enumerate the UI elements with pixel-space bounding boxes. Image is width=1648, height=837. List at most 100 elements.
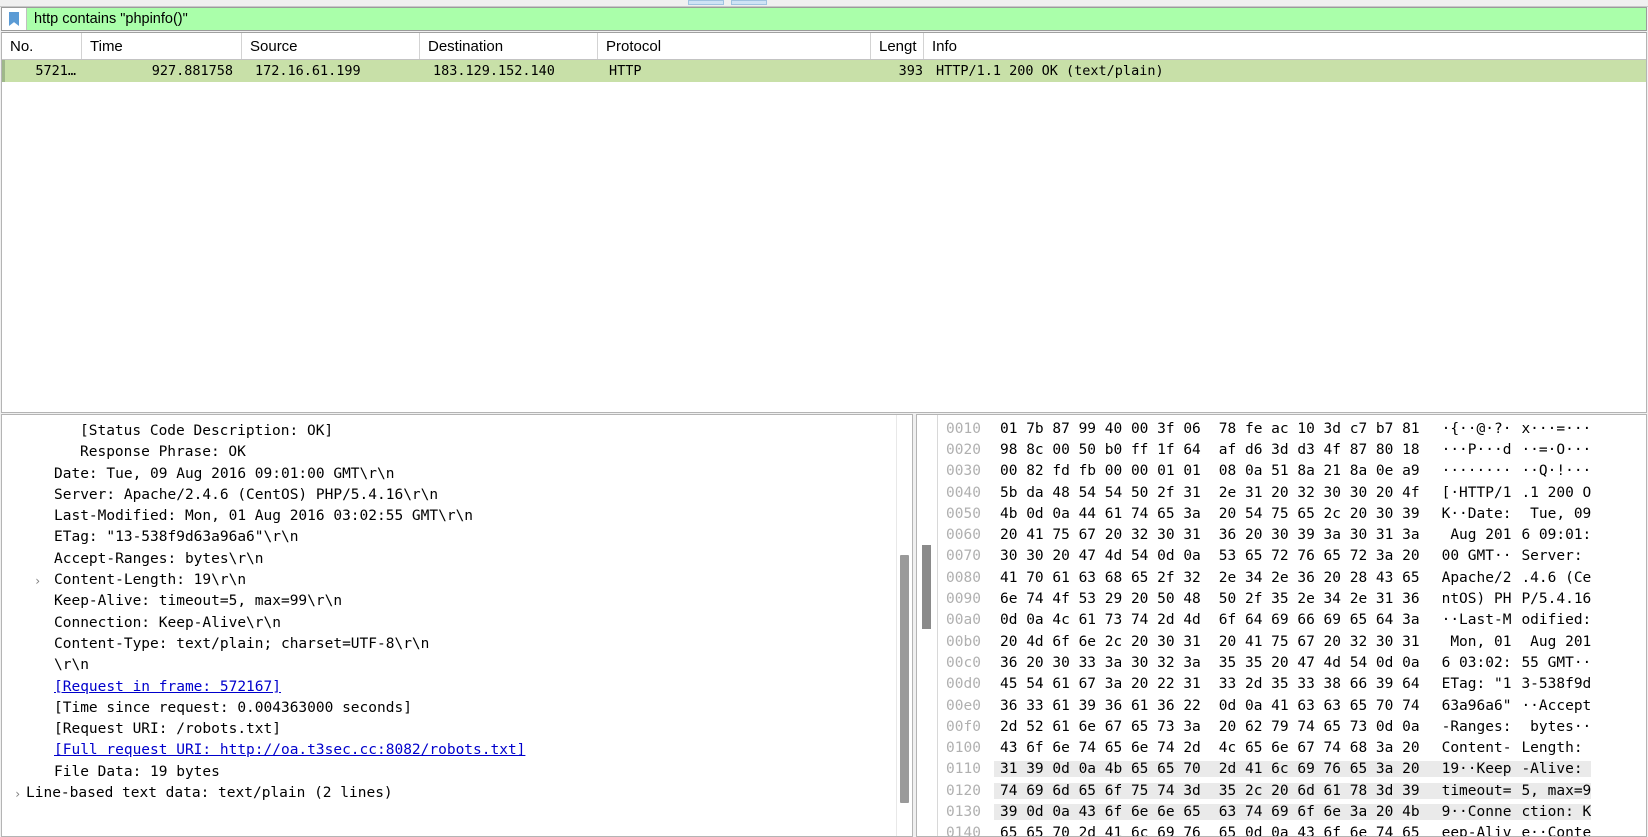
hex-bytes-right[interactable]: 4c 65 6e 67 74 68 3a 20 — [1201, 740, 1420, 756]
column-header-length[interactable]: Lengt — [871, 33, 924, 59]
column-header-info[interactable]: Info — [924, 33, 1646, 59]
ascii-right[interactable]: x···=··· — [1511, 421, 1591, 437]
hex-bytes-right[interactable]: 0d 0a 41 63 63 65 70 74 — [1201, 698, 1420, 714]
ascii-left[interactable]: ··Last-M — [1420, 612, 1512, 628]
ascii-right[interactable]: Aug 201 — [1511, 634, 1591, 650]
hex-bytes-right[interactable]: 63 74 69 6f 6e 3a 20 4b — [1200, 803, 1420, 820]
hex-bytes-left[interactable]: 4b 0d 0a 44 61 74 65 3a — [994, 506, 1201, 522]
detail-row[interactable]: File Data: 19 bytes — [2, 762, 912, 783]
hex-bytes-right[interactable]: 08 0a 51 8a 21 8a 0e a9 — [1201, 463, 1420, 479]
detail-row[interactable]: Date: Tue, 09 Aug 2016 09:01:00 GMT\r\n — [2, 464, 912, 485]
column-header-destination[interactable]: Destination — [420, 33, 598, 59]
hex-row[interactable]: 0010 01 7b 87 99 40 00 3f 06 78 fe ac 10 3… — [938, 418, 1646, 439]
ascii-left[interactable]: Content- — [1420, 740, 1512, 756]
detail-link[interactable]: [Full request URI: http://oa.t3sec.cc:80… — [54, 740, 525, 761]
ascii-right[interactable]: 6 09:01: — [1511, 527, 1591, 543]
hex-row[interactable]: 00d0 45 54 61 67 3a 20 22 31 33 2d 35 33 3… — [938, 674, 1646, 695]
packet-list-pane[interactable]: No. Time Source Destination Protocol Len… — [1, 32, 1647, 413]
ascii-left[interactable]: 9··Conne — [1419, 803, 1512, 820]
ascii-left[interactable]: timeout= — [1419, 782, 1512, 799]
ascii-right[interactable]: .1 200 O — [1511, 485, 1591, 501]
hex-row[interactable]: 0110 31 39 0d 0a 4b 65 65 70 2d 41 6c 69 7… — [938, 759, 1646, 780]
hex-bytes-right[interactable]: 33 2d 35 33 38 66 39 64 — [1201, 676, 1420, 692]
hex-bytes-right[interactable]: 53 65 72 76 65 72 3a 20 — [1201, 548, 1420, 564]
column-header-source[interactable]: Source — [242, 33, 420, 59]
hex-row[interactable]: 0060 20 41 75 67 20 32 30 31 36 20 30 39 3… — [938, 524, 1646, 545]
hex-bytes-left[interactable]: 6e 74 4f 53 29 20 50 48 — [994, 591, 1201, 607]
hex-row[interactable]: 0020 98 8c 00 50 b0 ff 1f 64 af d6 3d d3 4… — [938, 439, 1646, 460]
ascii-right[interactable]: ction: K — [1511, 803, 1592, 820]
ascii-right[interactable]: Server: — [1511, 548, 1591, 564]
detail-link[interactable]: [Request in frame: 572167] — [54, 677, 281, 698]
hex-bytes-left[interactable]: 36 20 30 33 3a 30 32 3a — [994, 655, 1201, 671]
detail-row[interactable]: [Request URI: /robots.txt] — [2, 719, 912, 740]
ascii-right[interactable]: bytes·· — [1511, 719, 1591, 735]
hex-bytes-right[interactable]: 78 fe ac 10 3d c7 b7 81 — [1201, 421, 1420, 437]
detail-row[interactable]: Response Phrase: OK — [2, 442, 912, 463]
details-scrollbar-thumb[interactable] — [900, 555, 909, 803]
hex-bytes-left[interactable]: 2d 52 61 6e 67 65 73 3a — [994, 719, 1201, 735]
hex-bytes-right[interactable]: 50 2f 35 2e 34 2e 31 36 — [1201, 591, 1420, 607]
packet-bytes-pane[interactable]: 0010 01 7b 87 99 40 00 3f 06 78 fe ac 10 3… — [916, 414, 1647, 837]
packet-list-empty-area[interactable] — [2, 82, 1646, 412]
hex-row[interactable]: 0050 4b 0d 0a 44 61 74 65 3a 20 54 75 65 2… — [938, 503, 1646, 524]
column-header-no[interactable]: No. — [2, 33, 82, 59]
hex-bytes-left[interactable]: 00 82 fd fb 00 00 01 01 — [994, 463, 1201, 479]
hex-bytes-right[interactable]: 20 41 75 67 20 32 30 31 — [1201, 634, 1420, 650]
details-scrollbar[interactable] — [896, 415, 912, 836]
hex-row[interactable]: 0070 30 30 20 47 4d 54 0d 0a 53 65 72 76 6… — [938, 546, 1646, 567]
bytes-scrollbar-thumb[interactable] — [922, 545, 931, 629]
toolbar-button-1[interactable] — [688, 0, 724, 5]
detail-row[interactable]: › Content-Length: 19\r\n — [2, 570, 912, 591]
hex-bytes-left[interactable]: 36 33 61 39 36 61 36 22 — [994, 698, 1201, 714]
ascii-left[interactable]: ntOS) PH — [1420, 591, 1512, 607]
ascii-left[interactable]: ········ — [1420, 463, 1512, 479]
hex-bytes-right[interactable]: 2e 31 20 32 30 30 20 4f — [1201, 485, 1420, 501]
ascii-left[interactable]: Apache/2 — [1420, 570, 1512, 586]
ascii-left[interactable]: -Ranges: — [1420, 719, 1512, 735]
column-header-protocol[interactable]: Protocol — [598, 33, 871, 59]
ascii-right[interactable]: P/5.4.16 — [1511, 591, 1591, 607]
filter-bookmark-button[interactable] — [2, 8, 27, 30]
hex-bytes-left[interactable]: 98 8c 00 50 b0 ff 1f 64 — [994, 442, 1201, 458]
ascii-left[interactable]: K··Date: — [1420, 506, 1512, 522]
ascii-right[interactable]: Tue, 09 — [1511, 506, 1591, 522]
hex-row[interactable]: 0100 43 6f 6e 74 65 6e 74 2d 4c 65 6e 67 7… — [938, 737, 1646, 758]
hex-bytes-right[interactable]: 2e 34 2e 36 20 28 43 65 — [1201, 570, 1420, 586]
detail-row[interactable]: [Time since request: 0.004363000 seconds… — [2, 698, 912, 719]
toolbar-button-2[interactable] — [731, 0, 767, 5]
hex-row[interactable]: 0040 5b da 48 54 54 50 2f 31 2e 31 20 32 3… — [938, 482, 1646, 503]
hex-bytes-left[interactable]: 01 7b 87 99 40 00 3f 06 — [994, 421, 1201, 437]
detail-row[interactable]: Content-Type: text/plain; charset=UTF-8\… — [2, 634, 912, 655]
ascii-left[interactable]: ETag: "1 — [1420, 676, 1512, 692]
column-header-time[interactable]: Time — [82, 33, 242, 59]
hex-bytes-left[interactable]: 20 41 75 67 20 32 30 31 — [994, 527, 1201, 543]
hex-bytes-left[interactable]: 43 6f 6e 74 65 6e 74 2d — [994, 740, 1201, 756]
hex-row[interactable]: 00e0 36 33 61 39 36 61 36 22 0d 0a 41 63 6… — [938, 695, 1646, 716]
ascii-left[interactable]: 63a96a6" — [1420, 698, 1512, 714]
ascii-left[interactable]: ·{··@·?· — [1420, 421, 1512, 437]
ascii-left[interactable]: 00 GMT·· — [1420, 548, 1512, 564]
detail-row[interactable]: Last-Modified: Mon, 01 Aug 2016 03:02:55… — [2, 506, 912, 527]
detail-row[interactable]: › Line-based text data: text/plain (2 lin… — [2, 783, 912, 804]
chevron-right-icon[interactable]: › — [34, 575, 44, 587]
detail-row[interactable]: \r\n — [2, 655, 912, 676]
ascii-right[interactable]: 55 GMT·· — [1511, 655, 1591, 671]
ascii-right[interactable]: Length: — [1511, 740, 1591, 756]
hex-dump[interactable]: 0010 01 7b 87 99 40 00 3f 06 78 fe ac 10 3… — [938, 415, 1646, 836]
hex-bytes-left[interactable]: 74 69 6d 65 6f 75 74 3d — [994, 782, 1201, 799]
ascii-right[interactable]: e··Conte — [1511, 825, 1591, 836]
ascii-left[interactable]: Aug 201 — [1420, 527, 1511, 543]
ascii-left[interactable]: 19··Keep — [1419, 761, 1512, 778]
hex-row[interactable]: 0090 6e 74 4f 53 29 20 50 48 50 2f 35 2e 3… — [938, 588, 1646, 609]
ascii-right[interactable]: -Alive: — [1511, 761, 1592, 778]
hex-bytes-right[interactable]: 20 62 79 74 65 73 0d 0a — [1201, 719, 1420, 735]
ascii-right[interactable]: ··Q·!··· — [1511, 463, 1591, 479]
hex-bytes-left[interactable]: 65 65 70 2d 41 6c 69 76 — [994, 825, 1201, 836]
ascii-left[interactable]: 6 03:02: — [1420, 655, 1512, 671]
display-filter-input[interactable] — [27, 8, 1646, 30]
hex-bytes-left[interactable]: 20 4d 6f 6e 2c 20 30 31 — [994, 634, 1201, 650]
ascii-right[interactable]: .4.6 (Ce — [1511, 570, 1591, 586]
ascii-left[interactable]: [·HTTP/1 — [1420, 485, 1512, 501]
ascii-right[interactable]: odified: — [1511, 612, 1591, 628]
